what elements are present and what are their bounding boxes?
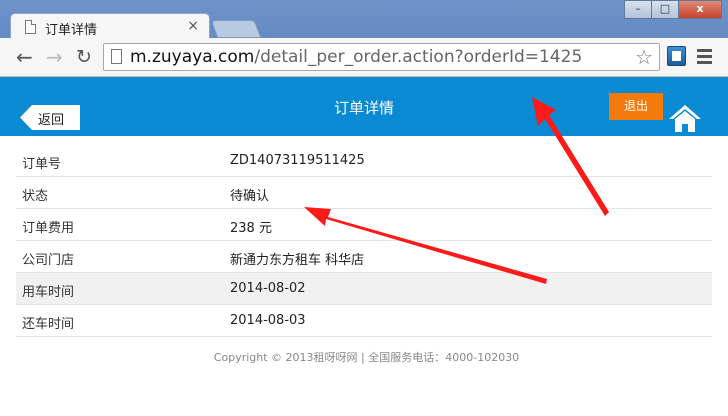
order-details-list: 订单号 ZD14073119511425 状态 待确认 订单费用 238 元 公… <box>16 145 712 337</box>
tab-title: 订单详情 <box>45 23 98 38</box>
extension-icon[interactable] <box>667 46 686 66</box>
minimize-button[interactable]: – <box>624 0 652 19</box>
tab-close-icon[interactable]: × <box>187 18 199 34</box>
new-tab-button[interactable] <box>210 20 262 38</box>
detail-value: 2014-08-02 <box>230 281 306 296</box>
detail-row-return-time: 还车时间 2014-08-03 <box>16 305 712 337</box>
browser-tab[interactable]: 订单详情 × <box>10 13 210 40</box>
copyright-text: Copyright © 2013租呀呀网 | 全国服务电话：4000-10203… <box>213 351 520 364</box>
window-controls: – □ x <box>624 0 722 20</box>
forward-arrow-icon[interactable]: → <box>46 47 63 67</box>
detail-row-order-number: 订单号 ZD14073119511425 <box>16 145 712 177</box>
home-icon[interactable] <box>668 103 702 133</box>
browser-chrome: 订单详情 × – □ x ← → ↻ m.zuyaya.com/detail_p… <box>0 0 728 77</box>
address-bar[interactable]: m.zuyaya.com/detail_per_order.action?ord… <box>103 43 660 71</box>
url-text: m.zuyaya.com/detail_per_order.action?ord… <box>130 47 582 67</box>
detail-row-fee: 订单费用 238 元 <box>16 209 712 241</box>
detail-value: 新通力东方租车 科华店 <box>230 253 365 268</box>
menu-icon[interactable] <box>697 49 712 67</box>
detail-label: 公司门店 <box>22 253 75 268</box>
url-path: /detail_per_order.action?orderId=1425 <box>254 47 583 67</box>
maximize-button[interactable]: □ <box>651 0 679 19</box>
detail-label: 订单费用 <box>22 221 75 236</box>
back-arrow-icon[interactable]: ← <box>16 47 33 67</box>
detail-label: 订单号 <box>22 157 62 172</box>
detail-value: 2014-08-03 <box>230 313 306 328</box>
detail-value: ZD14073119511425 <box>230 153 365 168</box>
detail-row-status: 状态 待确认 <box>16 177 712 209</box>
app-header: 返回 订单详情 退出 <box>0 77 728 136</box>
detail-label: 还车时间 <box>22 317 75 332</box>
bookmark-star-icon[interactable]: ☆ <box>635 45 653 69</box>
page-icon <box>25 20 36 34</box>
detail-value: 238 元 <box>230 221 272 236</box>
detail-label: 用车时间 <box>22 285 75 300</box>
detail-row-pickup-time: 用车时间 2014-08-02 <box>16 273 712 305</box>
detail-value: 待确认 <box>230 189 270 204</box>
reload-icon[interactable]: ↻ <box>76 47 92 67</box>
close-window-button[interactable]: x <box>678 0 722 19</box>
page-icon <box>111 49 122 64</box>
url-host: m.zuyaya.com <box>130 47 255 67</box>
detail-label: 状态 <box>22 189 49 204</box>
detail-row-store: 公司门店 新通力东方租车 科华店 <box>16 241 712 273</box>
logout-button[interactable]: 退出 <box>609 93 663 120</box>
